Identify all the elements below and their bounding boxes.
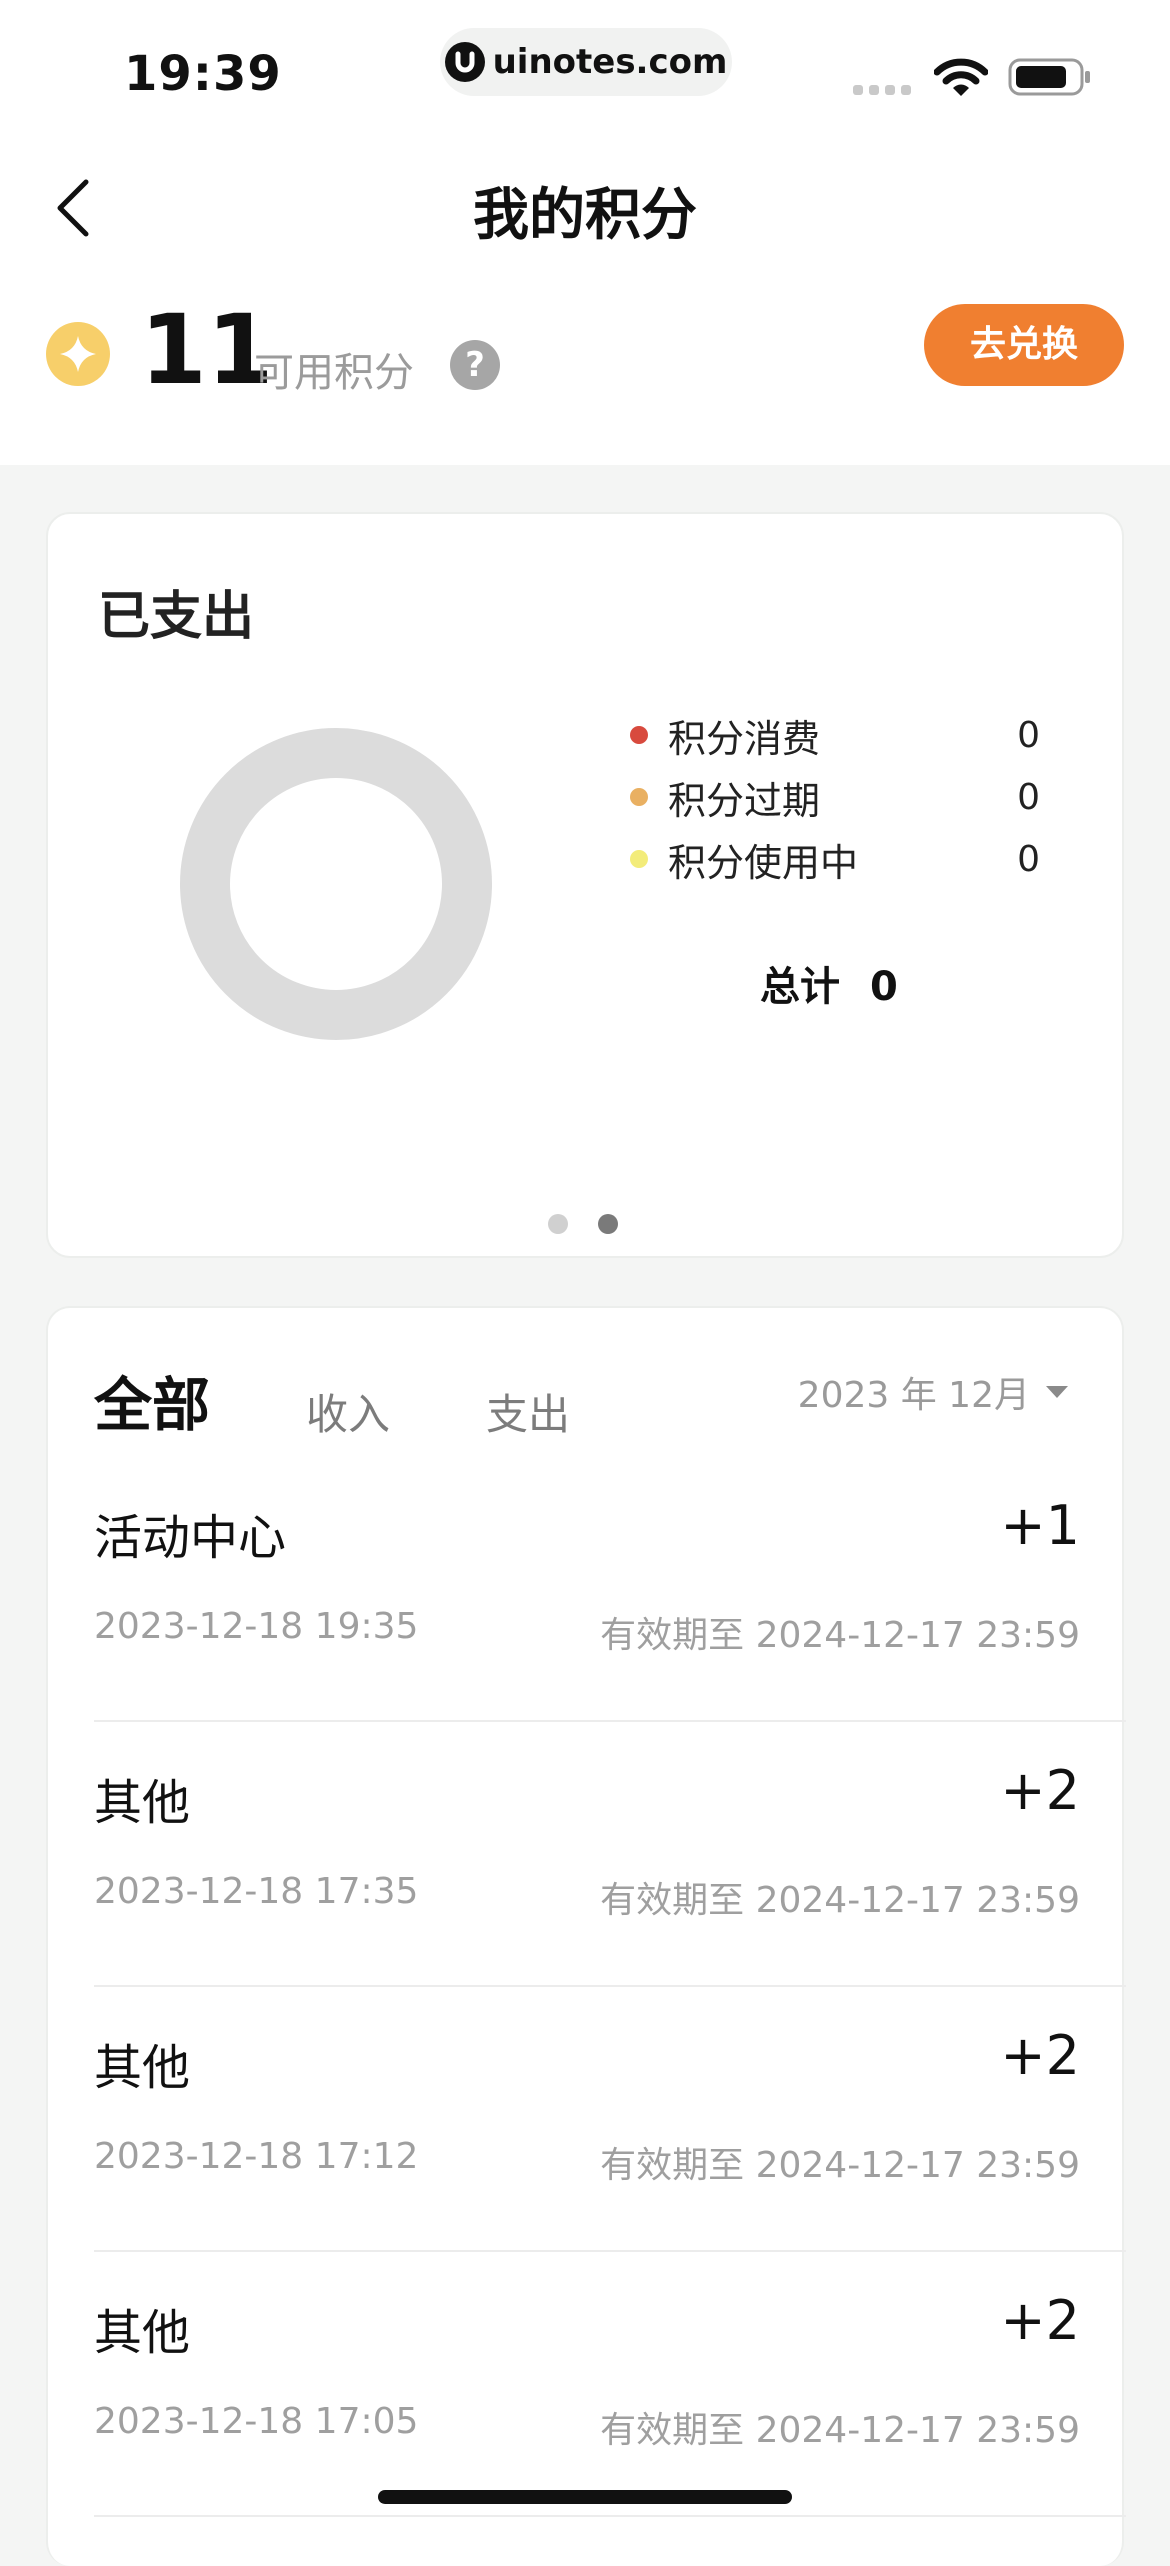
record-item[interactable]: 其他 +2 2023-12-18 17:05 有效期至 2024-12-17 2… [94, 2253, 1126, 2517]
record-expiry: 有效期至 2024-12-17 23:59 [600, 1615, 1080, 1656]
total-value: 0 [870, 964, 898, 1010]
pager-dot[interactable] [548, 1214, 568, 1234]
page-title: 我的积分 [473, 183, 697, 248]
wifi-icon [934, 58, 988, 96]
legend-value: 0 [1017, 776, 1040, 818]
total-label: 总计 [760, 964, 840, 1010]
tab-expense[interactable]: 支出 [486, 1381, 570, 1442]
record-amount: +2 [1000, 1759, 1080, 1822]
legend-dot [630, 726, 648, 744]
legend-row-expired: 积分过期 0 [630, 766, 1080, 828]
record-amount: +1 [1000, 1494, 1080, 1557]
available-points-label: 可用积分 [254, 350, 414, 396]
record-tabs: 全部 收入 支出 [94, 1358, 666, 1442]
legend-value: 0 [1017, 714, 1040, 756]
tab-income[interactable]: 收入 [306, 1381, 390, 1442]
top-panel: 19:39 uinotes.com 我的积分 11 可用积分 ? 去兑换 [0, 0, 1170, 465]
month-filter[interactable]: 2023 年 12月 [798, 1366, 1068, 1418]
exchange-button[interactable]: 去兑换 [924, 304, 1124, 386]
record-name: 其他 [94, 2305, 191, 2361]
points-records-card: 全部 收入 支出 2023 年 12月 活动中心 +1 2023-12-18 1… [46, 1306, 1126, 2566]
spend-total: 总计 0 [760, 954, 898, 1012]
home-indicator[interactable] [378, 2490, 792, 2504]
caret-down-icon [1046, 1386, 1068, 1398]
record-time: 2023-12-18 17:35 [94, 1871, 419, 1912]
record-amount: +2 [1000, 2024, 1080, 2087]
legend-value: 0 [1017, 838, 1040, 880]
legend-label: 积分过期 [668, 778, 821, 823]
tab-all[interactable]: 全部 [94, 1358, 210, 1442]
pager-dot-active[interactable] [598, 1214, 618, 1234]
carousel-pager[interactable] [548, 1214, 618, 1234]
record-item[interactable]: 活动中心 +1 2023-12-18 19:35 有效期至 2024-12-17… [94, 1458, 1126, 1722]
legend-dot [630, 788, 648, 806]
help-icon[interactable]: ? [450, 340, 500, 390]
spend-summary-card[interactable]: 已支出 积分消费 0 积分过期 0 积分使用中 0 总计 0 [46, 512, 1124, 1258]
record-time: 2023-12-18 17:05 [94, 2401, 419, 2442]
spend-card-title: 已支出 [98, 587, 255, 647]
site-logo-icon [444, 42, 485, 82]
record-item[interactable]: 其他 +2 2023-12-18 17:35 有效期至 2024-12-17 2… [94, 1723, 1126, 1987]
spend-legend: 积分消费 0 积分过期 0 积分使用中 0 [630, 704, 1080, 890]
battery-icon [1008, 58, 1090, 96]
record-time: 2023-12-18 19:35 [94, 1606, 419, 1647]
record-time: 2023-12-18 17:12 [94, 2136, 419, 2177]
legend-dot [630, 850, 648, 868]
record-expiry: 有效期至 2024-12-17 23:59 [600, 2410, 1080, 2451]
legend-label: 积分消费 [668, 716, 821, 761]
record-name: 活动中心 [94, 1510, 287, 1566]
url-pill[interactable]: uinotes.com [440, 28, 732, 96]
record-item[interactable]: 其他 +2 2023-12-18 17:12 有效期至 2024-12-17 2… [94, 1988, 1126, 2252]
record-expiry: 有效期至 2024-12-17 23:59 [600, 1880, 1080, 1921]
cellular-signal-icon [853, 85, 911, 95]
url-text: uinotes.com [492, 42, 728, 82]
record-name: 其他 [94, 1775, 191, 1831]
record-name: 其他 [94, 2040, 191, 2096]
record-amount: +2 [1000, 2289, 1080, 2352]
month-filter-label: 2023 年 12月 [797, 1375, 1030, 1416]
spend-donut-chart [180, 728, 492, 1040]
legend-row-in-use: 积分使用中 0 [630, 828, 1080, 890]
record-expiry: 有效期至 2024-12-17 23:59 [600, 2145, 1080, 2186]
legend-label: 积分使用中 [668, 840, 859, 885]
status-time: 19:39 [124, 46, 282, 102]
points-coin-icon [46, 322, 110, 386]
legend-row-consumption: 积分消费 0 [630, 704, 1080, 766]
